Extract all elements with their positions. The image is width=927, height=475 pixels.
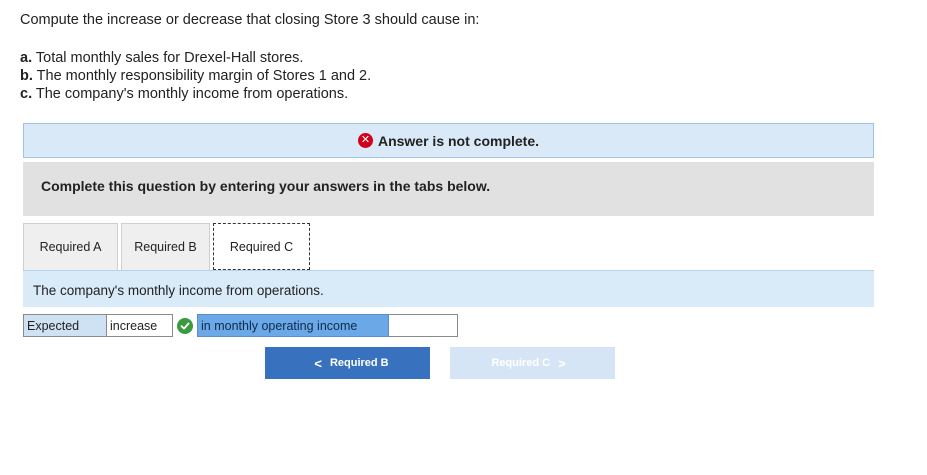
part-text: The company's monthly income from operat… [35, 86, 349, 102]
question-intro: Compute the increase or decrease that cl… [20, 12, 480, 28]
tab-prompt: The company's monthly income from operat… [23, 270, 874, 307]
next-required-c-button: Required C > [450, 347, 615, 379]
correct-indicator [173, 314, 197, 337]
question-part-c: c. The company's monthly income from ope… [20, 85, 371, 103]
part-text: Total monthly sales for Drexel-Hall stor… [35, 50, 304, 66]
tab-required-c[interactable]: Required C [213, 223, 310, 270]
part-letter: c. [20, 86, 33, 102]
question-part-b: b. The monthly responsibility margin of … [20, 67, 371, 85]
instructions-text: Complete this question by entering your … [23, 162, 874, 216]
answer-status-text: Answer is not complete. [377, 132, 540, 149]
chevron-left-icon: < [314, 355, 322, 371]
part-text: The monthly responsibility margin of Sto… [36, 68, 372, 84]
next-button-label: Required C [491, 357, 551, 369]
answer-status-banner: ✕ Answer is not complete. [23, 123, 874, 158]
question-parts: a. Total monthly sales for Drexel-Hall s… [20, 49, 371, 103]
error-x-icon: ✕ [357, 133, 373, 148]
part-letter: a. [20, 50, 33, 66]
row-label: Expected [23, 314, 107, 337]
direction-dropdown[interactable]: increase [107, 314, 173, 337]
prev-button-label: Required B [329, 357, 389, 369]
answer-row: Expected increase in monthly operating i… [23, 314, 458, 337]
row-description: in monthly operating income [197, 314, 389, 337]
question-part-a: a. Total monthly sales for Drexel-Hall s… [20, 49, 371, 67]
amount-input[interactable] [389, 314, 458, 337]
tab-bar: Required A Required B Required C [23, 223, 313, 270]
tab-required-b[interactable]: Required B [121, 223, 210, 270]
tab-required-a[interactable]: Required A [23, 223, 118, 270]
part-letter: b. [20, 68, 33, 84]
chevron-right-icon: > [558, 355, 566, 371]
prev-required-b-button[interactable]: < Required B [265, 347, 430, 379]
checkmark-icon [177, 317, 193, 334]
